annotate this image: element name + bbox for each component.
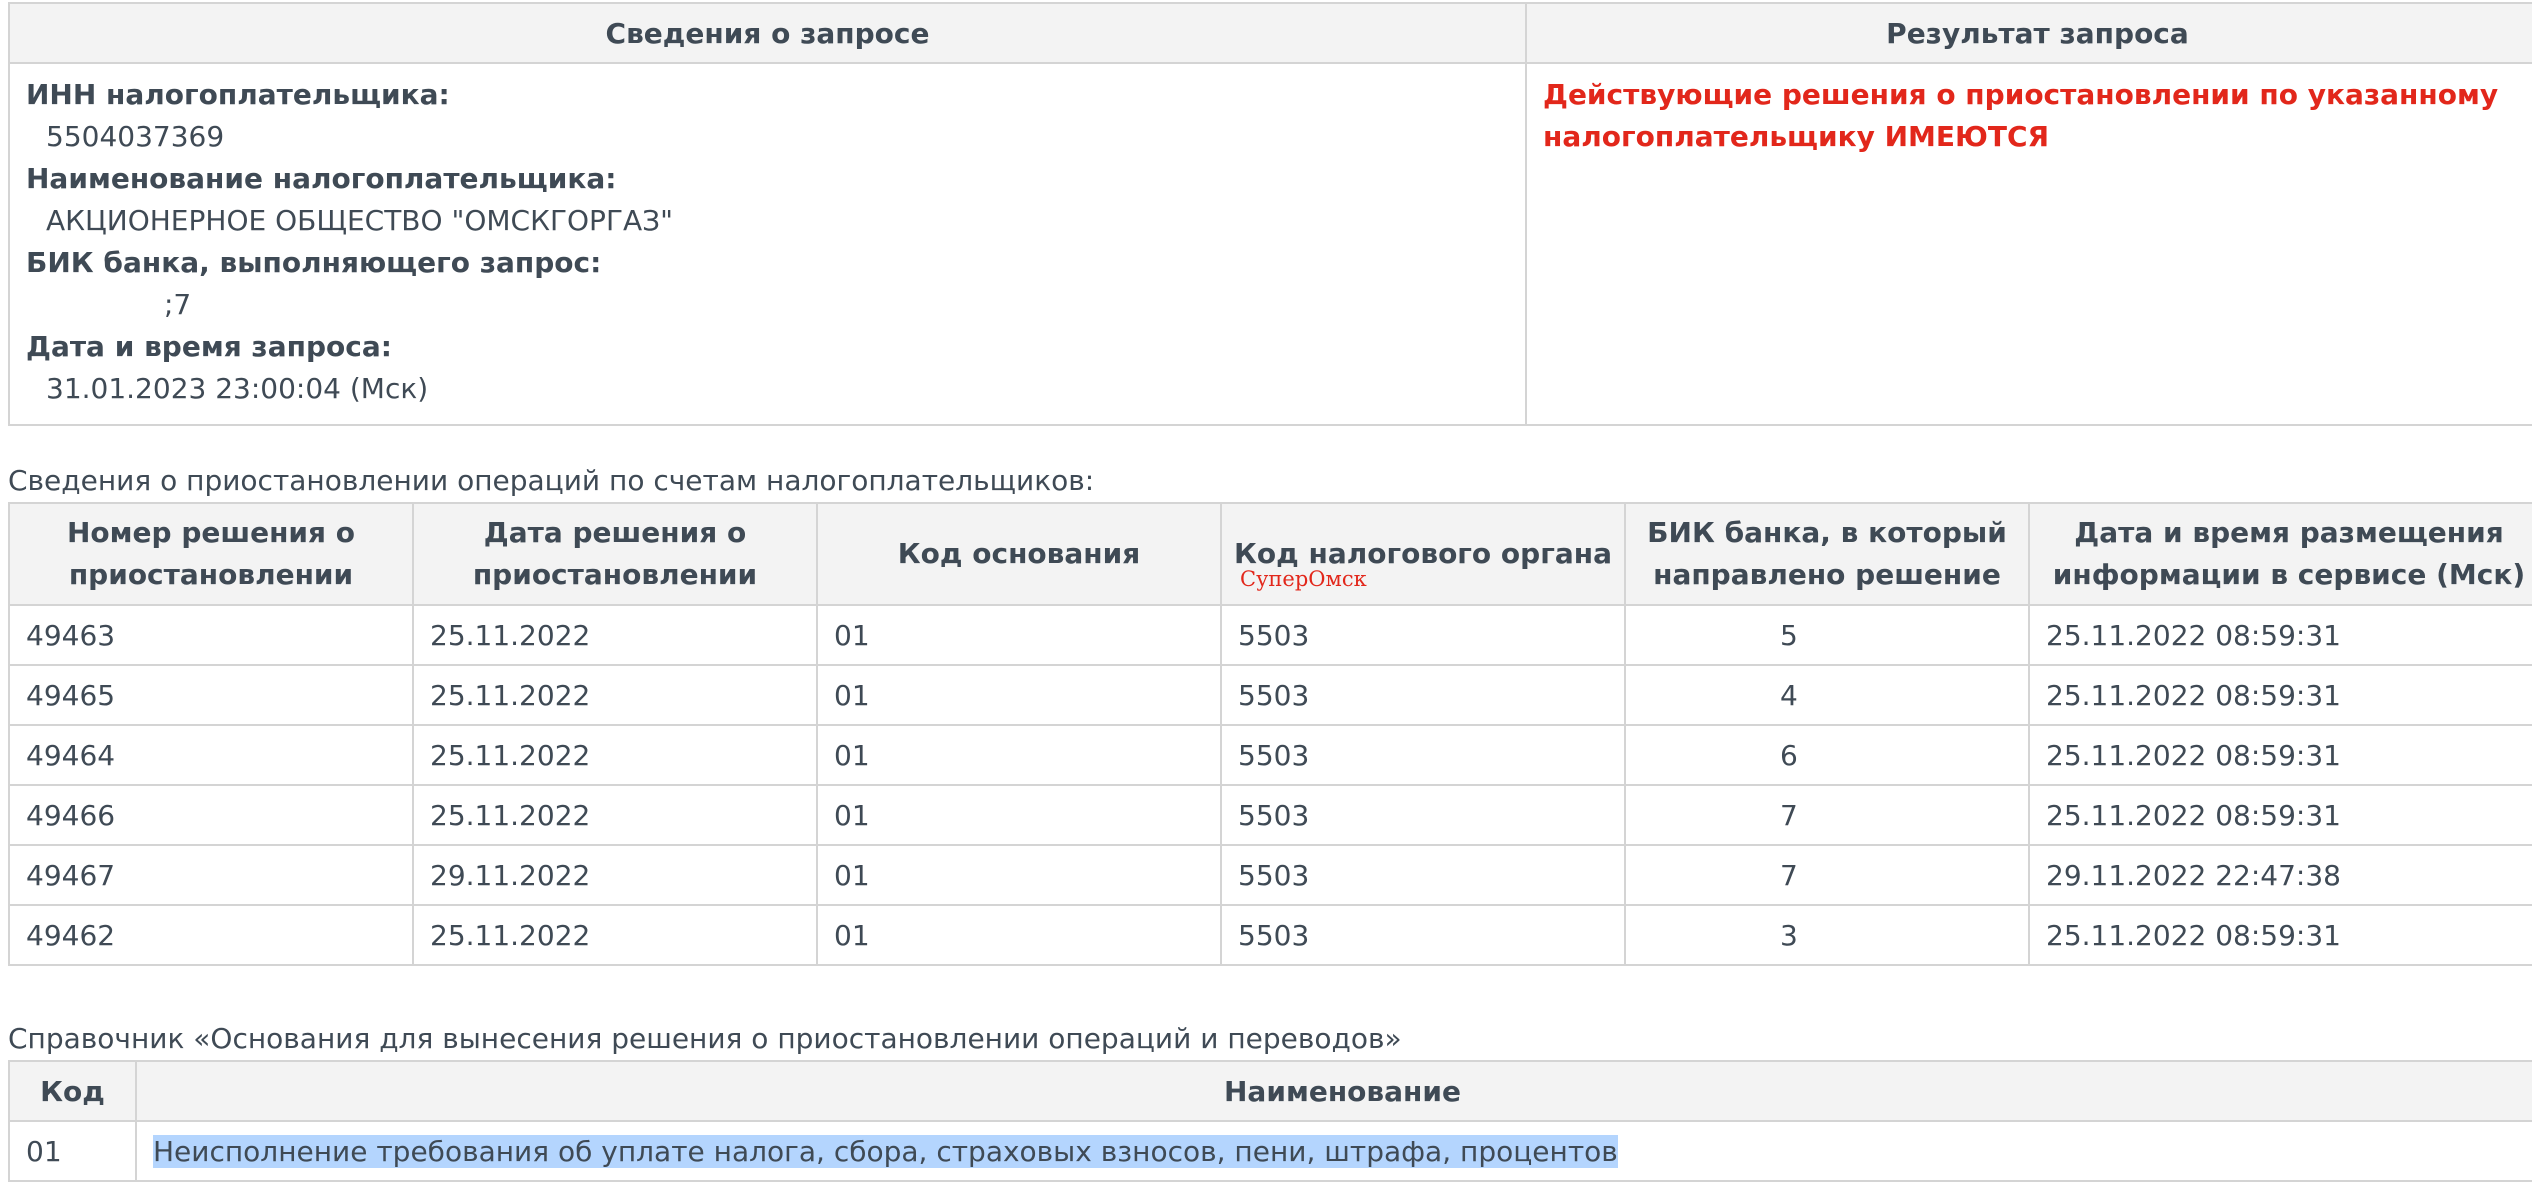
decision-date: 25.11.2022 <box>412 784 818 846</box>
placement-datetime: 25.11.2022 08:59:31 <box>2028 604 2532 666</box>
placement-datetime: 29.11.2022 22:47:38 <box>2028 844 2532 906</box>
bank-bik-value: 5 <box>1780 618 1798 652</box>
decision-date: 29.11.2022 <box>412 844 818 906</box>
reference-name-cell: Неисполнение требования об уплате налога… <box>135 1120 2532 1182</box>
decision-number: 49465 <box>8 664 414 726</box>
request-info-cell: ИНН налогоплательщика: 5504037369 Наимен… <box>8 62 1527 426</box>
table-row: 49465 25.11.2022 01 5503 4 25.11.2022 08… <box>8 664 2532 726</box>
suspensions-table: Номер решения о приостановлении Дата реш… <box>8 502 2532 966</box>
reason-code: 01 <box>816 784 1222 846</box>
bik-value: ;7 <box>164 288 192 321</box>
table-row: 49464 25.11.2022 01 5503 6 25.11.2022 08… <box>8 724 2532 786</box>
reason-code: 01 <box>816 724 1222 786</box>
decision-date: 25.11.2022 <box>412 604 818 666</box>
tax-authority-code: 5503 <box>1220 844 1626 906</box>
decision-number: 49466 <box>8 784 414 846</box>
inn-label: ИНН налогоплательщика: <box>26 78 450 111</box>
bank-bik: 5 <box>1624 604 2030 666</box>
suspensions-caption: Сведения о приостановлении операций по с… <box>8 464 1095 497</box>
table-row: 49462 25.11.2022 01 5503 3 25.11.2022 08… <box>8 904 2532 966</box>
bank-bik: 7 <box>1624 844 2030 906</box>
bank-bik-value: 3 <box>1780 918 1798 952</box>
bank-bik-value: 4 <box>1780 678 1798 712</box>
placement-datetime: 25.11.2022 08:59:31 <box>2028 784 2532 846</box>
placement-datetime: 25.11.2022 08:59:31 <box>2028 904 2532 966</box>
tax-authority-code: 5503 <box>1220 724 1626 786</box>
reference-header-row: Код Наименование <box>8 1060 2532 1122</box>
decision-date: 25.11.2022 <box>412 904 818 966</box>
request-result-text: Действующие решения о приостановлении по… <box>1543 78 2499 153</box>
column-tax-authority-code: Код налогового органа СуперОмск <box>1220 502 1626 606</box>
column-decision-number: Номер решения о приостановлении <box>8 502 414 606</box>
request-info-header: Сведения о запросе <box>8 2 1527 64</box>
reason-code: 01 <box>816 844 1222 906</box>
suspensions-header-row: Номер решения о приостановлении Дата реш… <box>8 502 2532 606</box>
table-row: 01 Неисполнение требования об уплате нал… <box>8 1120 2532 1182</box>
decision-date: 25.11.2022 <box>412 664 818 726</box>
taxpayer-name-label: Наименование налогоплательщика: <box>26 162 617 195</box>
request-datetime-value: 31.01.2023 23:00:04 (Мск) <box>46 372 429 405</box>
bank-bik: 3 <box>1624 904 2030 966</box>
tax-authority-code: 5503 <box>1220 784 1626 846</box>
request-result-header: Результат запроса <box>1525 2 2532 64</box>
bank-bik: 7 <box>1624 784 2030 846</box>
table-row: 49467 29.11.2022 01 5503 7 29.11.2022 22… <box>8 844 2532 906</box>
reference-caption: Справочник «Основания для вынесения реше… <box>8 1022 1402 1055</box>
column-reason-code: Код основания <box>816 502 1222 606</box>
placement-datetime: 25.11.2022 08:59:31 <box>2028 724 2532 786</box>
reference-code: 01 <box>8 1120 137 1182</box>
request-info-table: Сведения о запросе Результат запроса ИНН… <box>8 2 2532 426</box>
column-name: Наименование <box>135 1060 2532 1122</box>
watermark-stamp: СуперОмск <box>1240 567 1367 591</box>
tax-authority-code: 5503 <box>1220 664 1626 726</box>
bank-bik-value: 6 <box>1780 738 1798 772</box>
tax-authority-code: 5503 <box>1220 904 1626 966</box>
bik-value-row: ;7 <box>26 284 1509 326</box>
reference-name[interactable]: Неисполнение требования об уплате налога… <box>153 1134 1618 1168</box>
taxpayer-name-value: АКЦИОНЕРНОЕ ОБЩЕСТВО "ОМСКГОРГАЗ" <box>46 204 674 237</box>
decision-number: 49463 <box>8 604 414 666</box>
column-decision-date: Дата решения о приостановлении <box>412 502 818 606</box>
decision-date: 25.11.2022 <box>412 724 818 786</box>
column-code: Код <box>8 1060 137 1122</box>
inn-value: 5504037369 <box>46 120 225 153</box>
table-row: 49466 25.11.2022 01 5503 7 25.11.2022 08… <box>8 784 2532 846</box>
decision-number: 49464 <box>8 724 414 786</box>
reason-code: 01 <box>816 664 1222 726</box>
bank-bik: 6 <box>1624 724 2030 786</box>
table-row: 49463 25.11.2022 01 5503 5 25.11.2022 08… <box>8 604 2532 666</box>
reference-table: Код Наименование 01 Неисполнение требова… <box>8 1060 2532 1182</box>
bank-bik: 4 <box>1624 664 2030 726</box>
placement-datetime: 25.11.2022 08:59:31 <box>2028 664 2532 726</box>
reason-code: 01 <box>816 604 1222 666</box>
column-bank-bik: БИК банка, в который направлено решение <box>1624 502 2030 606</box>
bank-bik-value: 7 <box>1780 858 1798 892</box>
bik-label: БИК банка, выполняющего запрос: <box>26 246 602 279</box>
bik-redaction-mask <box>46 287 164 325</box>
request-result-cell: Действующие решения о приостановлении по… <box>1525 62 2532 426</box>
bank-bik-value: 7 <box>1780 798 1798 832</box>
decision-number: 49462 <box>8 904 414 966</box>
column-placement-datetime: Дата и время размещения информации в сер… <box>2028 502 2532 606</box>
tax-authority-code: 5503 <box>1220 604 1626 666</box>
decision-number: 49467 <box>8 844 414 906</box>
request-datetime-label: Дата и время запроса: <box>26 330 392 363</box>
reason-code: 01 <box>816 904 1222 966</box>
